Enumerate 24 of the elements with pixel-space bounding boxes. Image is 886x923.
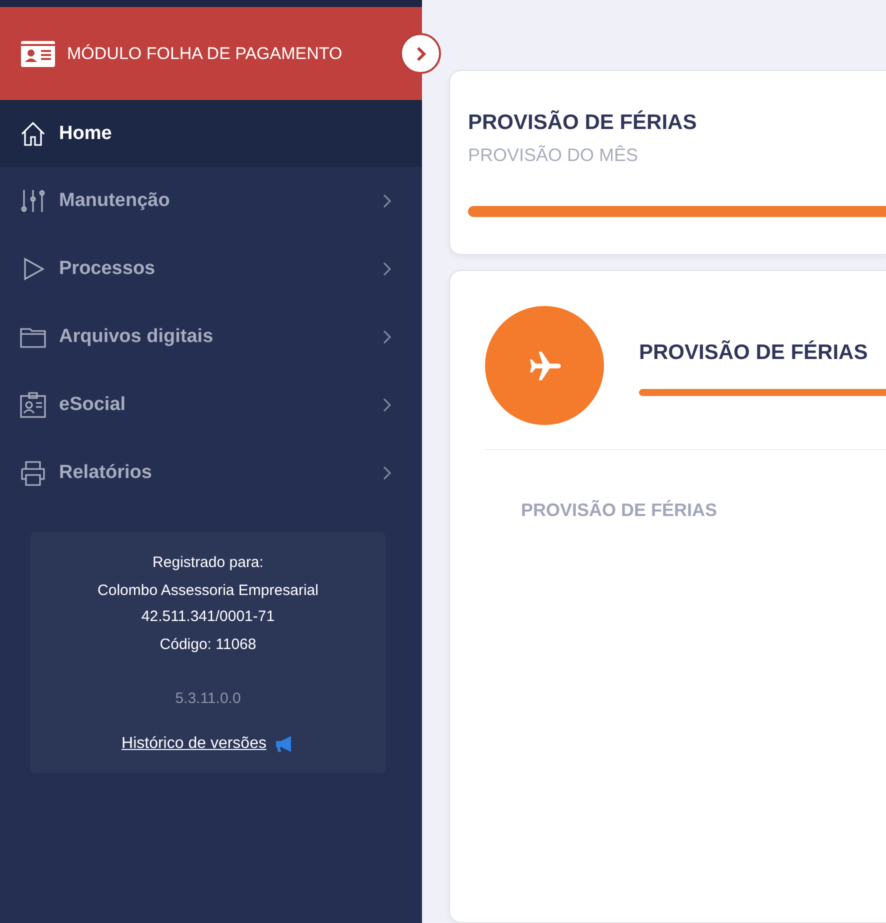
card-title: PROVISÃO DE FÉRIAS [639, 341, 869, 365]
card-title: PROVISÃO DE FÉRIAS [468, 111, 698, 135]
section-label: PROVISÃO DE FÉRIAS [521, 500, 718, 521]
expand-button[interactable] [400, 33, 441, 74]
nav-item[interactable]: eSocial [0, 371, 422, 439]
id-card-icon [21, 40, 55, 66]
id-badge-icon [19, 391, 47, 419]
nav-item[interactable]: Home [0, 100, 422, 167]
nav-item[interactable]: Processos [0, 235, 422, 303]
home-icon [19, 120, 47, 148]
company-name: Colombo Assessoria Empresarial [98, 582, 318, 599]
nav-item[interactable]: Relatórios [0, 439, 422, 507]
card-subtitle: PROVISÃO DO MÊS [468, 145, 640, 166]
chevron-right-icon [414, 46, 426, 62]
version-history-link[interactable]: Histórico de versões [122, 735, 266, 753]
company-code: Código: 11068 [160, 636, 256, 653]
module-title: MÓDULO FOLHA DE PAGAMENTO [67, 44, 342, 64]
registration-heading: Registrado para: [152, 554, 264, 571]
printer-icon [19, 459, 47, 487]
version-number: 5.3.11.0.0 [175, 690, 241, 707]
cnpj-number: 42.511.341/0001-71 [141, 608, 275, 625]
nav-item[interactable]: Arquivos digitais [0, 303, 422, 371]
nav-item[interactable]: Manutenção [0, 167, 422, 235]
sliders-icon [19, 187, 47, 215]
